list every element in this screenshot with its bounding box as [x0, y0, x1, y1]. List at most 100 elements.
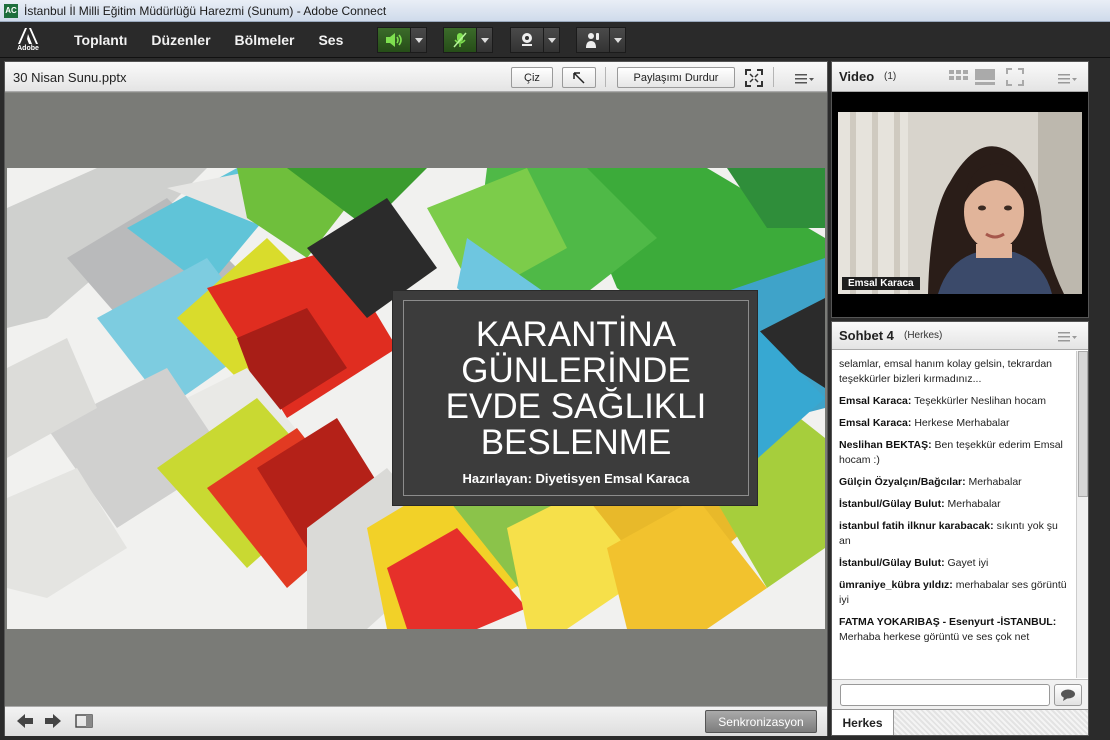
adobe-connect-window: AC İstanbul İl Milli Eğitim Müdürlüğü Ha…: [0, 0, 1110, 740]
presenter-name-tag: Emsal Karaca: [842, 277, 920, 290]
speaker-dropdown[interactable]: [411, 27, 427, 53]
chat-sender: istanbul fatih ilknur karabacak:: [839, 520, 994, 532]
chat-send-button[interactable]: [1054, 684, 1082, 706]
video-pod: Video (1) Emsal Karaca: [831, 61, 1089, 318]
video-pod-header: Video (1): [832, 62, 1088, 92]
chat-pod-header: Sohbet 4 (Herkes): [832, 322, 1088, 350]
next-slide-icon[interactable]: [45, 714, 61, 728]
chat-message: ümraniye_kübra yıldız: merhabalar ses gö…: [839, 578, 1070, 608]
speaker-control: [377, 27, 427, 53]
video-pod-title: Video: [839, 69, 875, 84]
menu-toplanti[interactable]: Toplantı: [74, 32, 127, 48]
chat-pod: Sohbet 4 (Herkes) selamlar, emsal hanım …: [831, 321, 1089, 736]
synchronize-button[interactable]: Senkronizasyon: [705, 710, 817, 733]
pod-menu-icon: [1058, 332, 1077, 342]
presenter-video-image: [838, 112, 1082, 294]
webcam-dropdown[interactable]: [544, 27, 560, 53]
chevron-down-icon: [414, 37, 423, 43]
slide-title-line: BESLENME: [480, 423, 672, 462]
slide-title-line: KARANTİNA: [475, 315, 677, 354]
speaker-icon: [386, 33, 402, 47]
raise-hand-icon: [586, 33, 599, 48]
chat-message: selamlar, emsal hanım kolay gelsin, tekr…: [839, 357, 1070, 387]
stop-sharing-button[interactable]: Paylaşımı Durdur: [617, 67, 735, 88]
chat-text: Herkese Merhabalar: [914, 417, 1010, 429]
chat-pod-menu-button[interactable]: [1058, 330, 1078, 342]
menu-bolmeler[interactable]: Bölmeler: [235, 32, 295, 48]
fullscreen-button[interactable]: [745, 69, 763, 87]
chat-sender: İstanbul/Gülay Bulut:: [839, 498, 945, 510]
chat-sender: FATMA YOKARIBAŞ - Esenyurt -İSTANBUL:: [839, 616, 1057, 628]
microphone-control: [443, 27, 493, 53]
chat-message: Emsal Karaca: Herkese Merhabalar: [839, 416, 1070, 431]
chat-pod-title: Sohbet 4: [839, 328, 894, 343]
chat-message: Gülçin Özyalçın/Bağcılar: Merhabalar: [839, 475, 1070, 490]
chat-input-row: [832, 679, 1088, 709]
share-pod: 30 Nisan Sunu.pptx Çiz Paylaşımı Durdur: [4, 61, 828, 736]
draw-button[interactable]: Çiz: [511, 67, 553, 88]
status-dropdown[interactable]: [610, 27, 626, 53]
chat-scope-label: (Herkes): [904, 330, 943, 341]
webcam-button[interactable]: [510, 27, 544, 53]
chat-message: Emsal Karaca: Teşekkürler Neslihan hocam: [839, 394, 1070, 409]
chat-message-list: selamlar, emsal hanım kolay gelsin, tekr…: [832, 351, 1076, 678]
window-titlebar: AC İstanbul İl Milli Eğitim Müdürlüğü Ha…: [0, 0, 1110, 22]
video-participant-count: (1): [884, 71, 897, 82]
chevron-down-icon: [547, 37, 556, 43]
pointer-tool-button[interactable]: [562, 67, 596, 88]
adobe-logo: Adobe: [6, 22, 50, 58]
grid-view-button[interactable]: [948, 68, 970, 86]
share-pod-menu-button[interactable]: [795, 72, 815, 84]
chat-tabs: Herkes: [832, 709, 1088, 735]
chat-sender: İstanbul/Gülay Bulut:: [839, 557, 945, 569]
chat-sender: Emsal Karaca:: [839, 395, 912, 407]
filmstrip-view-button[interactable]: [974, 68, 996, 86]
slide-panel-toggle-icon[interactable]: [75, 714, 93, 728]
chat-message: istanbul fatih ilknur karabacak: sıkıntı…: [839, 519, 1070, 549]
chat-message: İstanbul/Gülay Bulut: Gayet iyi: [839, 556, 1070, 571]
chat-sender: Neslihan BEKTAŞ:: [839, 439, 932, 451]
adobe-logo-icon: [18, 27, 38, 44]
window-title: İstanbul İl Milli Eğitim Müdürlüğü Harez…: [24, 3, 387, 18]
webcam-video-feed: Emsal Karaca: [838, 112, 1082, 294]
webcam-icon: [522, 33, 532, 46]
chat-message: FATMA YOKARIBAŞ - Esenyurt -İSTANBUL: Me…: [839, 615, 1070, 645]
tab-herkes[interactable]: Herkes: [832, 710, 894, 735]
chat-text: Teşekkürler Neslihan hocam: [914, 395, 1047, 407]
menu-bar: Adobe Toplantı Düzenler Bölmeler Ses: [0, 22, 1110, 58]
speaker-button[interactable]: [377, 27, 411, 53]
fullscreen-icon: [745, 69, 763, 87]
chat-text: Gayet iyi: [947, 557, 989, 569]
microphone-muted-icon: [453, 32, 467, 48]
chat-text: Merhabalar: [947, 498, 1001, 510]
chat-message: Neslihan BEKTAŞ: Ben teşekkür ederim Ems…: [839, 438, 1070, 468]
video-fullscreen-button[interactable]: [1006, 68, 1024, 86]
slide-title-line: GÜNLERİNDE: [461, 351, 691, 390]
raise-hand-button[interactable]: [576, 27, 610, 53]
pointer-arrow-icon: [573, 71, 585, 84]
speech-bubble-icon: [1061, 689, 1075, 701]
menu-ses[interactable]: Ses: [318, 32, 343, 48]
chevron-down-icon: [613, 37, 622, 43]
chat-sender: Gülçin Özyalçın/Bağcılar:: [839, 476, 966, 488]
adobe-logo-text: Adobe: [17, 44, 39, 52]
chat-sender: Emsal Karaca:: [839, 417, 912, 429]
slide-title-line: EVDE SAĞLIKLI: [445, 387, 707, 426]
chat-scrollbar-thumb[interactable]: [1078, 351, 1088, 497]
menu-duzenler[interactable]: Düzenler: [151, 32, 210, 48]
pod-menu-icon: [1058, 74, 1077, 84]
slide-title-frame: KARANTİNA GÜNLERİNDE EVDE SAĞLIKLI BESLE…: [403, 300, 749, 496]
webcam-control: [510, 27, 560, 53]
presentation-slide: KARANTİNA GÜNLERİNDE EVDE SAĞLIKLI BESLE…: [7, 168, 825, 629]
adobe-connect-app-icon: AC: [4, 3, 18, 18]
chat-message: İstanbul/Gülay Bulut: Merhabalar: [839, 497, 1070, 512]
microphone-button[interactable]: [443, 27, 477, 53]
microphone-dropdown[interactable]: [477, 27, 493, 53]
video-pod-menu-button[interactable]: [1058, 72, 1078, 84]
status-control: [576, 27, 626, 53]
chat-text: Merhaba herkese görüntü ve ses çok net: [839, 631, 1030, 643]
chat-scrollbar[interactable]: [1076, 351, 1088, 678]
previous-slide-icon[interactable]: [17, 714, 33, 728]
chat-message-input[interactable]: [840, 684, 1050, 706]
header-divider: [773, 67, 774, 87]
